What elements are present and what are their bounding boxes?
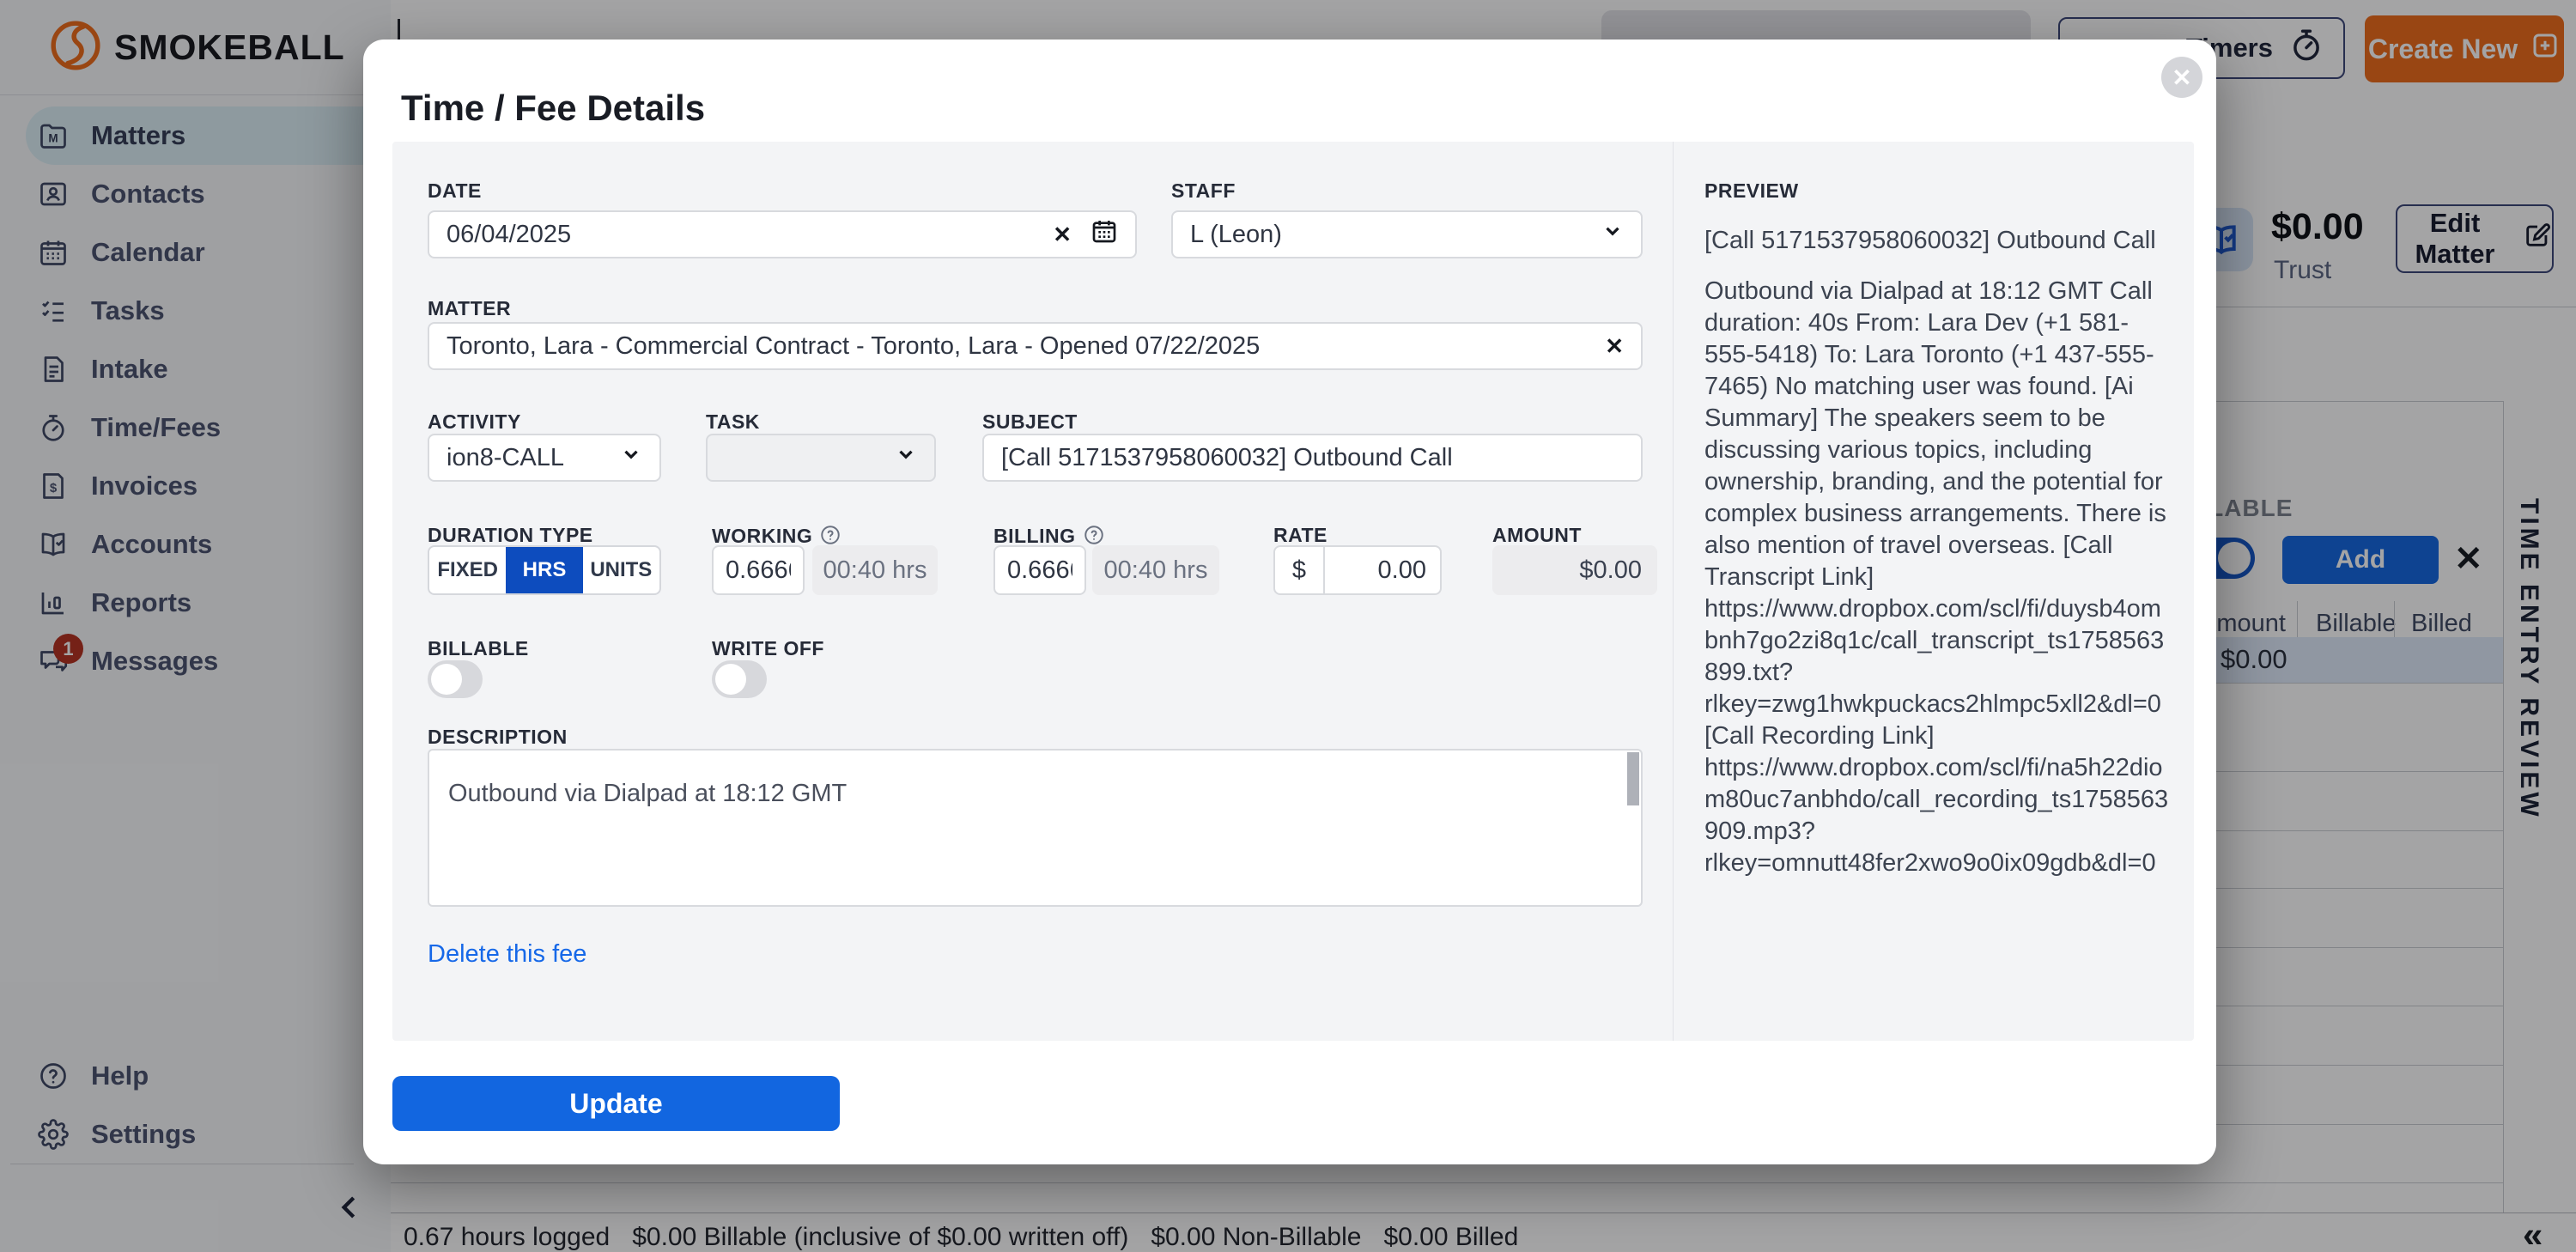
toggle-knob — [715, 664, 746, 695]
activity-select[interactable]: ion8-CALL — [428, 434, 661, 482]
activity-label: ACTIVITY — [428, 410, 521, 434]
duration-type-label: DURATION TYPE — [428, 524, 593, 547]
modal-title: Time / Fee Details — [401, 88, 705, 129]
app-screen: SMOKEBALL MMattersContactsCalendarTasksI… — [0, 0, 2576, 1252]
segment-fixed[interactable]: FIXED — [429, 547, 506, 593]
working-hours-value: 0.6666 — [726, 556, 791, 585]
chevron-down-icon — [895, 443, 917, 472]
date-value: 06/04/2025 — [447, 221, 1039, 249]
working-hours-input[interactable]: 0.6666 — [712, 545, 805, 595]
description-scrollbar[interactable] — [1627, 752, 1639, 805]
time-fee-details-modal: Time / Fee Details ✕ DATE 06/04/2025 ✕ S… — [363, 40, 2216, 1164]
amount-display: $0.00 — [1492, 545, 1657, 595]
toggle-knob — [431, 664, 462, 695]
modal-form-panel: DATE 06/04/2025 ✕ STAFF L (Leon) MATTER … — [392, 142, 2194, 1041]
rate-value: 0.00 — [1325, 556, 1440, 585]
modal-close-button[interactable]: ✕ — [2161, 57, 2202, 98]
matter-label: MATTER — [428, 297, 511, 320]
description-label: DESCRIPTION — [428, 726, 568, 749]
rate-currency-prefix: $ — [1275, 547, 1325, 593]
billing-duration-display: 00:40 hrs — [1092, 545, 1219, 595]
date-field[interactable]: 06/04/2025 ✕ — [428, 210, 1137, 258]
delete-this-fee-link[interactable]: Delete this fee — [428, 940, 586, 969]
update-button[interactable]: Update — [392, 1076, 840, 1131]
matter-value: Toronto, Lara - Commercial Contract - To… — [447, 332, 1591, 361]
subject-field[interactable]: [Call 5171537958060032] Outbound Call — [982, 434, 1643, 482]
staff-label: STAFF — [1171, 179, 1236, 203]
staff-select[interactable]: L (Leon) — [1171, 210, 1643, 258]
amount-label: AMOUNT — [1492, 524, 1582, 547]
billable-label: BILLABLE — [428, 637, 529, 660]
date-label: DATE — [428, 179, 482, 203]
staff-value: L (Leon) — [1190, 221, 1601, 249]
task-select[interactable] — [706, 434, 936, 482]
write-off-toggle[interactable] — [712, 660, 767, 698]
billable-toggle[interactable] — [428, 660, 483, 698]
segment-hrs[interactable]: HRS — [506, 547, 582, 593]
rate-input[interactable]: $ 0.00 — [1273, 545, 1442, 595]
matter-field[interactable]: Toronto, Lara - Commercial Contract - To… — [428, 322, 1643, 370]
billing-hours-input[interactable]: 0.6666 — [993, 545, 1086, 595]
rate-label: RATE — [1273, 524, 1327, 547]
billing-hours-value: 0.6666 — [1007, 556, 1072, 585]
chevron-down-icon — [620, 443, 642, 472]
write-off-label: WRITE OFF — [712, 637, 824, 660]
calendar-picker-icon[interactable] — [1072, 217, 1118, 252]
subject-value: [Call 5171537958060032] Outbound Call — [1001, 444, 1624, 472]
task-label: TASK — [706, 410, 760, 434]
chevron-down-icon — [1601, 220, 1624, 249]
date-clear-x-icon[interactable]: ✕ — [1053, 222, 1072, 248]
duration-type-segmented-control: FIXED HRS UNITS — [428, 545, 661, 595]
subject-label: SUBJECT — [982, 410, 1078, 434]
preview-label: PREVIEW — [1704, 179, 2160, 203]
description-textarea[interactable]: Outbound via Dialpad at 18:12 GMT Call d… — [428, 749, 1643, 907]
preview-panel: PREVIEW [Call 5171537958060032] Outbound… — [1673, 142, 2194, 1041]
matter-clear-x-icon[interactable]: ✕ — [1605, 333, 1624, 360]
preview-title-line: [Call 5171537958060032] Outbound Call — [1704, 225, 2160, 257]
working-duration-display: 00:40 hrs — [812, 545, 938, 595]
activity-value: ion8-CALL — [447, 444, 620, 472]
preview-body-text: Outbound via Dialpad at 18:12 GMT Call d… — [1704, 276, 2172, 879]
segment-units[interactable]: UNITS — [583, 547, 659, 593]
